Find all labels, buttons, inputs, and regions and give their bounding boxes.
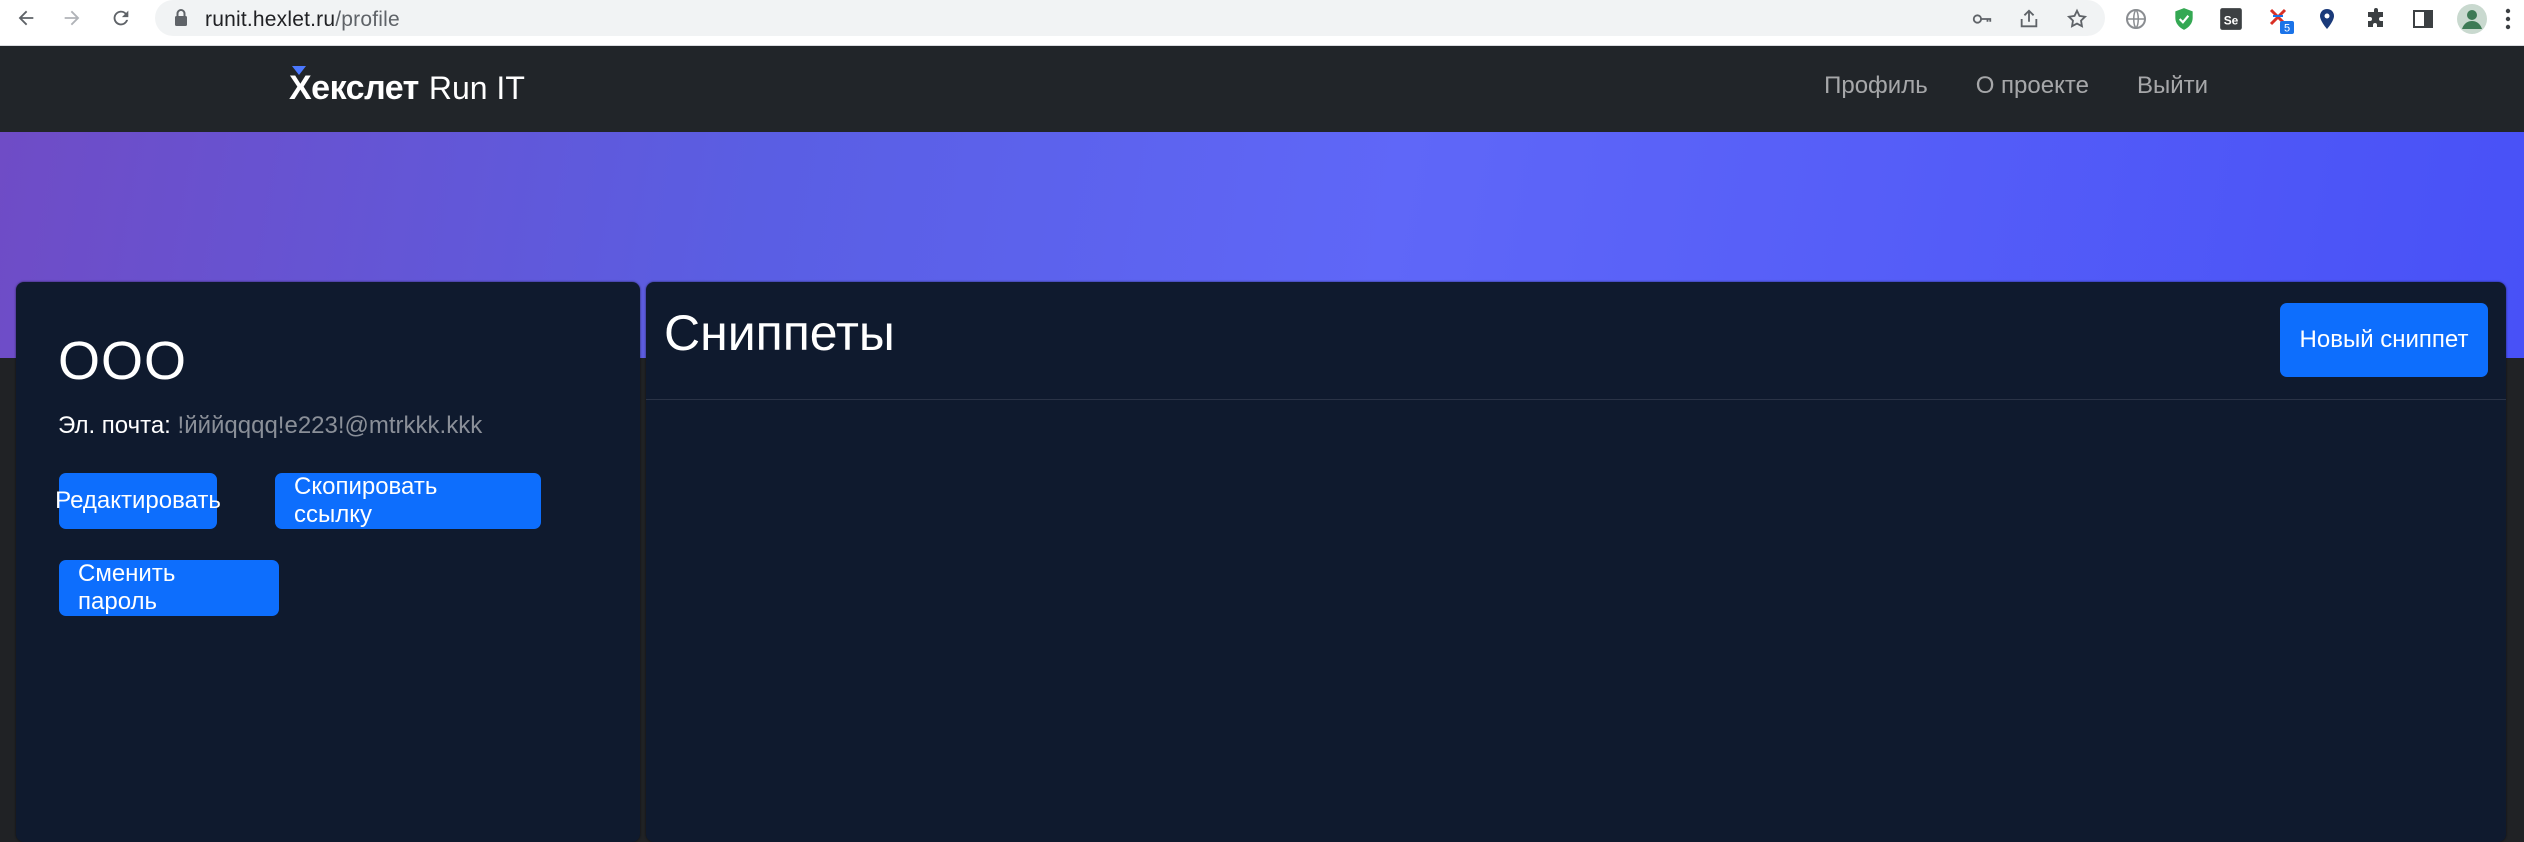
logo-mark-icon (292, 65, 306, 75)
copy-link-button[interactable]: Скопировать ссылку (275, 473, 541, 529)
change-password-button[interactable]: Сменить пароль (59, 560, 279, 616)
key-icon[interactable] (1968, 5, 1996, 33)
svg-text:5: 5 (2284, 23, 2290, 35)
nav-link-profile[interactable]: Профиль (1824, 72, 1928, 100)
profile-name: ООО (58, 331, 188, 391)
forward-icon[interactable] (52, 0, 92, 36)
site-navbar: Хекслет Run IT Профиль О проекте Выйти (0, 46, 2524, 132)
share-icon[interactable] (2015, 5, 2043, 33)
puzzle-icon[interactable] (2360, 3, 2392, 35)
more-menu-icon[interactable] (2498, 3, 2518, 35)
profile-card: ООО Эл. почта: !йййqqqq!e223!@mtrkkk.kkk… (16, 282, 640, 842)
reload-icon[interactable] (101, 0, 141, 36)
brand-logo[interactable]: Хекслет Run IT (289, 65, 525, 110)
svg-text:Se: Se (2224, 13, 2239, 27)
url-text: runit.hexlet.ru/profile (205, 8, 400, 31)
email-value: !йййqqqq!e223!@mtrkkk.kkk (177, 412, 483, 439)
snippets-card: Сниппеты Новый сниппет (646, 282, 2506, 842)
selenium-extension-icon[interactable]: Se (2215, 3, 2247, 35)
nav-link-about[interactable]: О проекте (1976, 72, 2089, 100)
edit-profile-button[interactable]: Редактировать (55, 473, 221, 529)
browser-toolbar: runit.hexlet.ru/profile Se 5 (0, 0, 2524, 46)
shield-extension-icon[interactable] (2168, 3, 2200, 35)
email-label: Эл. почта: (58, 412, 171, 439)
side-panel-icon[interactable] (2407, 3, 2439, 35)
badge-extension-icon[interactable]: 5 (2264, 3, 2296, 35)
globe-extension-icon[interactable] (2120, 3, 2152, 35)
lock-icon (173, 8, 189, 33)
nav-link-logout[interactable]: Выйти (2137, 72, 2208, 100)
back-icon[interactable] (6, 0, 46, 36)
new-snippet-button[interactable]: Новый сниппет (2280, 303, 2488, 377)
snippets-title: Сниппеты (664, 305, 895, 361)
email-row: Эл. почта: !йййqqqq!e223!@mtrkkk.kkk (58, 412, 482, 440)
pin-extension-icon[interactable] (2311, 3, 2343, 35)
snippets-divider (646, 399, 2506, 400)
bookmark-star-icon[interactable] (2063, 5, 2091, 33)
address-bar[interactable]: runit.hexlet.ru/profile (155, 0, 2105, 36)
avatar-icon[interactable] (2456, 3, 2488, 35)
